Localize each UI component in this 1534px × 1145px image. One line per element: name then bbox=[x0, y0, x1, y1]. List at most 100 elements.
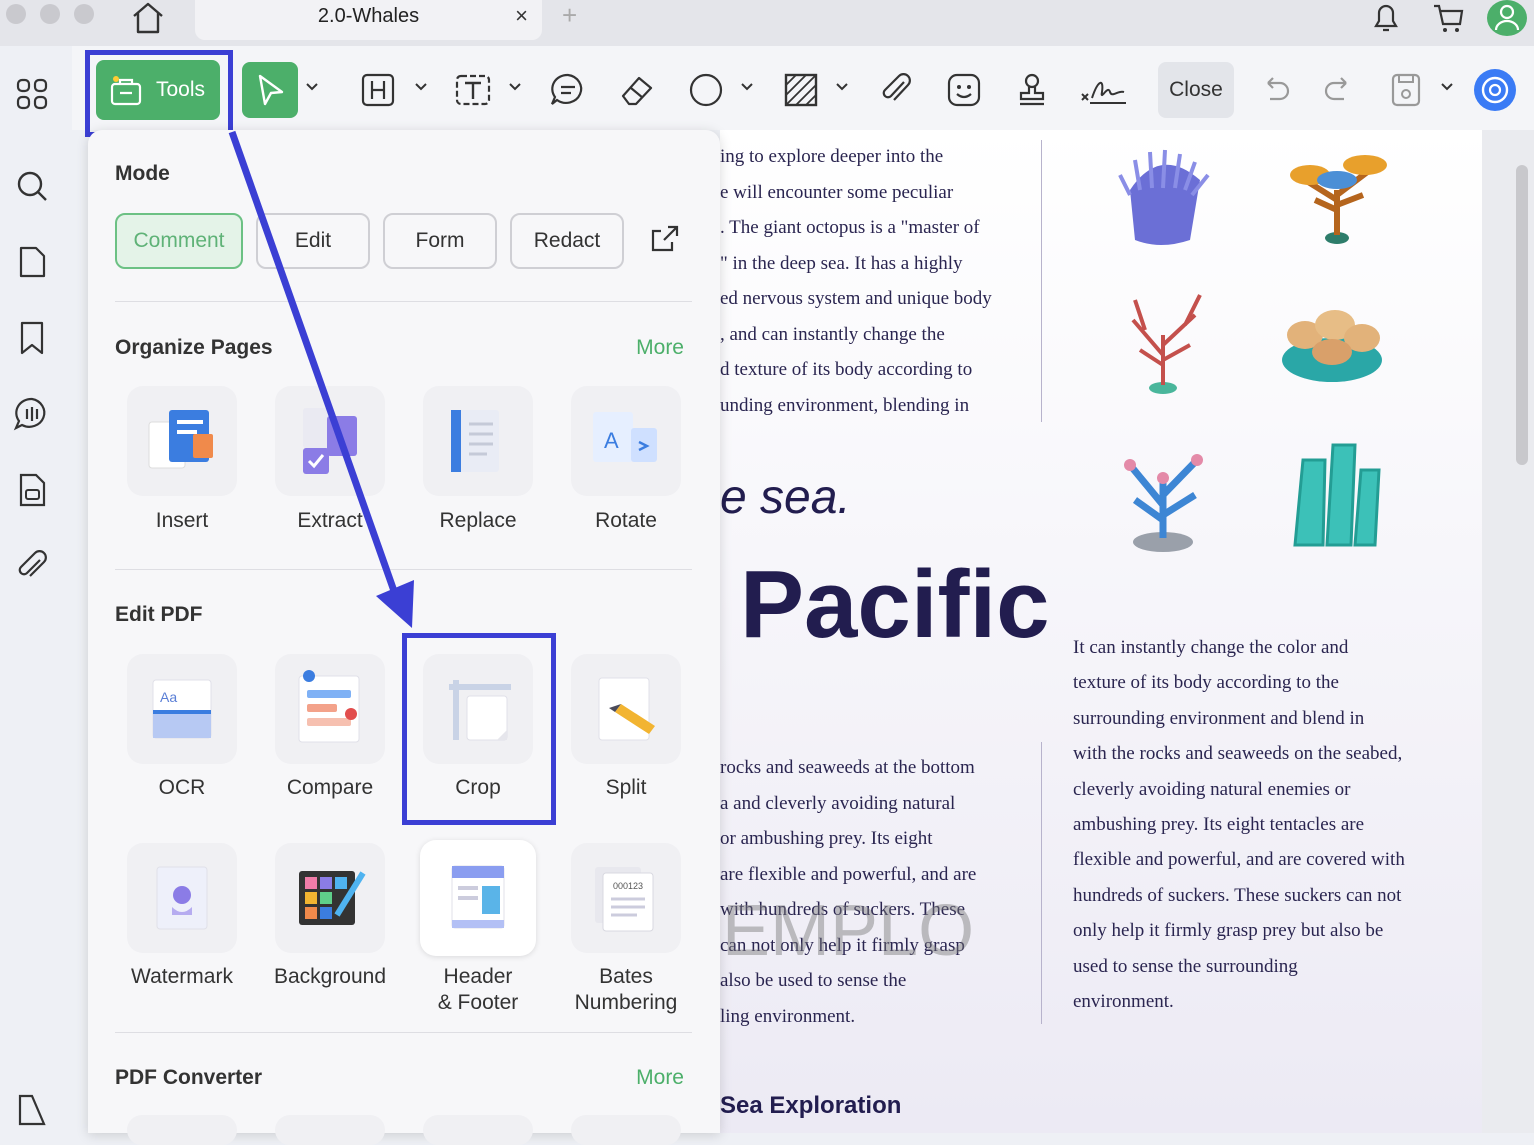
document-text-line: ling environment. bbox=[720, 1005, 856, 1027]
external-open-icon[interactable] bbox=[648, 222, 682, 256]
eraser-icon[interactable] bbox=[617, 70, 657, 110]
save-icon[interactable] bbox=[1386, 70, 1426, 110]
background-tool[interactable] bbox=[275, 843, 385, 953]
chevron-down-icon[interactable] bbox=[508, 80, 522, 94]
document-text-line: also be used to sense the bbox=[720, 970, 907, 991]
close-tools-button[interactable]: Close bbox=[1158, 62, 1234, 118]
bell-icon[interactable] bbox=[1366, 0, 1406, 36]
converter-tool[interactable] bbox=[127, 1115, 237, 1145]
redo-icon[interactable] bbox=[1318, 70, 1358, 110]
watermark-icon bbox=[156, 866, 208, 930]
document-tab[interactable]: 2.0-Whales × bbox=[195, 0, 542, 40]
tools-panel: Mode Comment Edit Form Redact Organize P… bbox=[88, 130, 720, 1145]
page-icon[interactable] bbox=[12, 242, 52, 282]
mode-comment-button[interactable]: Comment bbox=[115, 213, 243, 269]
coral-image bbox=[1275, 430, 1395, 550]
select-tool-button[interactable] bbox=[242, 62, 298, 118]
coral-image bbox=[1105, 420, 1225, 552]
highlight-tool-icon[interactable] bbox=[358, 70, 398, 110]
window-close-dot[interactable] bbox=[6, 4, 26, 24]
window-zoom-dot[interactable] bbox=[74, 4, 94, 24]
bookmark-icon[interactable] bbox=[12, 318, 52, 358]
converter-tool[interactable] bbox=[571, 1115, 681, 1145]
new-tab-button[interactable]: + bbox=[562, 0, 577, 31]
converter-tool[interactable] bbox=[423, 1115, 533, 1145]
document-text-line: a and cleverly avoiding natural bbox=[720, 792, 956, 814]
extract-tool[interactable] bbox=[275, 386, 385, 496]
heading-pacific: Pacific bbox=[740, 551, 1050, 658]
cart-icon[interactable] bbox=[1428, 0, 1468, 36]
mode-title: Mode bbox=[115, 162, 170, 185]
document-text-line: or ambushing prey. Its eight bbox=[720, 828, 933, 849]
mode-redact-button[interactable]: Redact bbox=[510, 213, 624, 269]
document-text-line: with the rocks and seaweeds on the seabe… bbox=[1073, 743, 1403, 765]
organize-more-link[interactable]: More bbox=[636, 336, 684, 360]
vertical-scrollbar[interactable] bbox=[1516, 165, 1528, 465]
signature-icon[interactable] bbox=[1080, 70, 1128, 110]
title-bar: 2.0-Whales × + bbox=[0, 0, 1534, 46]
edit-pdf-title: Edit PDF bbox=[115, 603, 203, 626]
chevron-down-icon[interactable] bbox=[414, 80, 428, 94]
insert-tool[interactable] bbox=[127, 386, 237, 496]
user-avatar[interactable] bbox=[1487, 0, 1527, 36]
attach-file-icon[interactable] bbox=[876, 70, 916, 110]
coral-image bbox=[1105, 280, 1225, 400]
background-icon bbox=[299, 871, 366, 925]
document-text-line: texture of its body according to the bbox=[1073, 672, 1339, 694]
chevron-down-icon[interactable] bbox=[835, 80, 849, 94]
coral-image bbox=[1100, 140, 1220, 260]
bates-numbering-tool[interactable]: 000123 bbox=[571, 843, 681, 953]
svg-text:000123: 000123 bbox=[613, 881, 643, 891]
document-text-line: environment. bbox=[1073, 991, 1174, 1012]
subheading-sea-exploration: Sea Exploration bbox=[720, 1092, 902, 1119]
document-text-line: surrounding environment and blend in bbox=[1073, 707, 1365, 729]
document-text-line: only help it firmly grasp prey but also … bbox=[1073, 920, 1384, 942]
section-divider bbox=[115, 569, 692, 570]
text-box-icon[interactable] bbox=[453, 70, 493, 110]
note-icon[interactable] bbox=[548, 70, 588, 110]
split-tool[interactable] bbox=[571, 654, 681, 764]
document-text-line: ing to explore deeper into the bbox=[720, 146, 944, 167]
compare-tool[interactable] bbox=[275, 654, 385, 764]
chevron-down-icon[interactable] bbox=[305, 80, 319, 94]
shape-circle-icon[interactable] bbox=[686, 70, 726, 110]
ocr-tool[interactable]: Aa bbox=[127, 654, 237, 764]
insert-label: Insert bbox=[155, 509, 209, 532]
chevron-down-icon[interactable] bbox=[740, 80, 754, 94]
replace-tool[interactable] bbox=[423, 386, 533, 496]
rotate-tool[interactable]: A bbox=[571, 386, 681, 496]
background-label: Background bbox=[273, 965, 387, 988]
mode-form-button[interactable]: Form bbox=[383, 213, 497, 269]
document-text-line: cleverly avoiding natural enemies or bbox=[1073, 778, 1351, 800]
column-divider bbox=[1041, 742, 1042, 1024]
watermark-tool[interactable] bbox=[127, 843, 237, 953]
ai-assistant-icon[interactable] bbox=[1474, 69, 1516, 111]
converter-more-link[interactable]: More bbox=[636, 1066, 684, 1090]
header-footer-tool[interactable] bbox=[420, 840, 536, 956]
search-icon[interactable] bbox=[12, 166, 52, 206]
rotate-icon: A bbox=[593, 412, 657, 462]
thumbnails-icon[interactable] bbox=[12, 74, 52, 114]
paperclip-icon[interactable] bbox=[12, 546, 52, 586]
tab-close-button[interactable]: × bbox=[515, 3, 528, 29]
document-text-line: unding environment, blending in bbox=[720, 394, 970, 416]
sidebar-toggle-icon[interactable] bbox=[12, 1090, 52, 1130]
attachment-panel-icon[interactable] bbox=[12, 470, 52, 510]
chevron-down-icon[interactable] bbox=[1440, 80, 1454, 94]
compare-label: Compare bbox=[286, 776, 374, 799]
header-footer-icon bbox=[451, 865, 505, 929]
heading-sea: e sea. bbox=[720, 471, 851, 524]
home-icon[interactable] bbox=[126, 0, 170, 36]
stamp-icon[interactable] bbox=[1012, 70, 1052, 110]
undo-icon[interactable] bbox=[1256, 70, 1296, 110]
window-minimize-dot[interactable] bbox=[40, 4, 60, 24]
extract-icon bbox=[303, 408, 357, 474]
comments-icon[interactable] bbox=[12, 394, 52, 434]
mode-edit-button[interactable]: Edit bbox=[256, 213, 370, 269]
coral-image bbox=[1270, 280, 1390, 400]
sticker-icon[interactable] bbox=[944, 70, 984, 110]
document-text-line: rocks and seaweeds at the bottom bbox=[720, 757, 975, 778]
converter-tool[interactable] bbox=[275, 1115, 385, 1145]
pdf-converter-title: PDF Converter bbox=[115, 1066, 263, 1089]
area-fill-icon[interactable] bbox=[781, 70, 821, 110]
